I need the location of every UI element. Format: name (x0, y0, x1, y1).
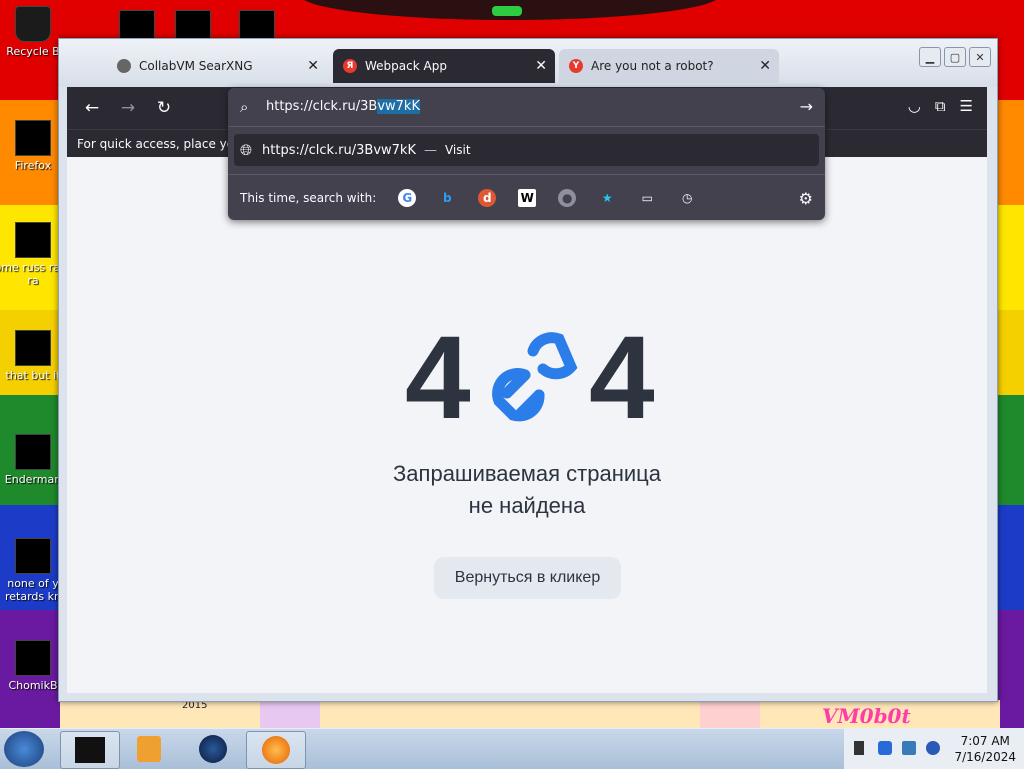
url-input[interactable]: https://clck.ru/3Bvw7kK (266, 99, 420, 114)
tab-are-you-not-a-robot[interactable]: Y Are you not a robot? ✕ (559, 49, 779, 83)
wallpaper-accent (492, 6, 522, 16)
google-icon[interactable]: G (398, 188, 417, 207)
error-digit-right: 4 (589, 312, 655, 444)
tab-webpack-app[interactable]: Я Webpack App ✕ (333, 49, 555, 83)
wallpaper-art-block (700, 700, 760, 728)
close-tab-icon[interactable]: ✕ (307, 58, 319, 74)
tabs-icon[interactable]: ▭ (638, 189, 656, 207)
history-icon[interactable]: ◷ (678, 189, 696, 207)
bookmarks-icon[interactable]: ★ (598, 189, 616, 207)
error-404-graphic: 4 4 (405, 319, 675, 437)
tab-strip: CollabVM SearXNG ✕ Я Webpack App ✕ Y Are… (59, 39, 997, 87)
search-icon[interactable]: ● (558, 188, 577, 207)
pocket-icon[interactable]: ◡ (908, 97, 921, 115)
suggestion-url: https://clck.ru/3Bvw7kK (262, 142, 416, 158)
broken-link-icon (492, 332, 578, 422)
terminal-icon (75, 737, 105, 763)
globe-icon: 🌐︎ (240, 141, 253, 159)
desktop-icon-label: none of y retards kn (5, 577, 61, 603)
clock-time: 7:07 AM (960, 734, 1010, 748)
close-window-button[interactable]: ✕ (969, 47, 991, 67)
search-with-label: This time, search with: (240, 190, 377, 205)
url-dropdown: ⌕ https://clck.ru/3Bvw7kK → 🌐︎ https://c… (228, 88, 825, 220)
system-tray: 7:07 AM 7/16/2024 (844, 729, 1024, 769)
clock[interactable]: 7:07 AM 7/16/2024 (954, 733, 1016, 765)
taskbar-app-firefox[interactable] (246, 731, 306, 769)
back-to-clicker-button[interactable]: Вернуться в кликер (434, 557, 621, 599)
window-controls: ▁ ▢ ✕ (919, 47, 991, 67)
taskbar-app-media[interactable] (120, 731, 178, 767)
searxng-favicon-icon (117, 59, 131, 73)
desktop-icon-label: Recycle B (6, 45, 60, 58)
page-content: 4 4 Запрашиваемая страница не найдена Ве… (67, 157, 987, 693)
search-icon: ⌕ (240, 98, 249, 116)
vm-badge: VM0b0t (822, 704, 911, 728)
yandex-favicon-icon: Я (343, 59, 357, 73)
suggestion-separator: — (423, 142, 437, 158)
clock-date: 7/16/2024 (954, 750, 1016, 764)
recycle-bin-icon (15, 6, 51, 42)
globe-icon (199, 735, 227, 763)
error-digit-left: 4 (405, 312, 471, 444)
forward-arrow-icon[interactable]: → (117, 97, 139, 119)
maximize-button[interactable]: ▢ (944, 47, 966, 67)
menu-icon[interactable]: ☰ (960, 97, 973, 115)
duckduckgo-icon[interactable]: d (478, 188, 497, 207)
go-arrow-icon[interactable]: → (800, 97, 813, 116)
wikipedia-icon[interactable]: W (518, 188, 537, 207)
taskbar-app-terminal[interactable] (60, 731, 120, 769)
search-engine-row: This time, search with: G b d W ● ★ ▭ ◷ … (228, 174, 825, 220)
tray-icon[interactable] (878, 741, 892, 755)
taskbar: 7:07 AM 7/16/2024 (0, 728, 1024, 769)
desktop-icon-label: that but it (5, 369, 61, 382)
url-suggestion[interactable]: 🌐︎ https://clck.ru/3Bvw7kK — Visit (234, 134, 819, 166)
yandex-favicon-icon: Y (569, 59, 583, 73)
hamster-file-icon (15, 640, 51, 676)
error-message-line1: Запрашиваемая страница (393, 461, 661, 486)
tab-collabvm-searxng[interactable]: CollabVM SearXNG ✕ (107, 49, 327, 83)
error-message-line2: не найдена (468, 493, 586, 518)
tab-title: Webpack App (365, 59, 447, 73)
taskbar-app-globe[interactable] (184, 731, 242, 767)
wallpaper-art-block (260, 700, 320, 728)
file-icon (15, 222, 51, 258)
volume-icon[interactable] (926, 741, 940, 755)
suggestion-action: Visit (444, 143, 471, 157)
desktop-icon-label: ChomikB (8, 679, 58, 692)
address-bar[interactable]: ⌕ https://clck.ru/3Bvw7kK → (228, 88, 825, 127)
close-tab-icon[interactable]: ✕ (535, 58, 547, 74)
tab-title: Are you not a robot? (591, 59, 714, 73)
firefox-icon (15, 120, 51, 156)
url-text-selected: vw7kK (377, 99, 420, 114)
url-text-prefix: https://clck.ru/3B (266, 99, 378, 114)
close-tab-icon[interactable]: ✕ (759, 58, 771, 74)
toolbar-right-icons: ◡ ⧉ ☰ (908, 97, 973, 115)
desktop-icon-label: Firefox (14, 159, 52, 172)
bing-icon[interactable]: b (438, 189, 456, 207)
start-button[interactable] (4, 731, 44, 767)
folder-icon (15, 330, 51, 366)
extensions-icon[interactable]: ⧉ (935, 97, 946, 115)
gear-icon[interactable]: ⚙ (799, 189, 813, 208)
reload-icon[interactable]: ↻ (153, 97, 175, 119)
desktop-icon-label: Enderman (4, 473, 62, 486)
back-arrow-icon[interactable]: ← (81, 97, 103, 119)
network-icon[interactable] (902, 741, 916, 755)
firefox-icon (262, 736, 290, 764)
tray-icon[interactable] (854, 741, 864, 755)
application-icon (15, 434, 51, 470)
minimize-button[interactable]: ▁ (919, 47, 941, 67)
file-icon (15, 538, 51, 574)
tab-title: CollabVM SearXNG (139, 59, 253, 73)
media-player-icon (137, 736, 161, 762)
